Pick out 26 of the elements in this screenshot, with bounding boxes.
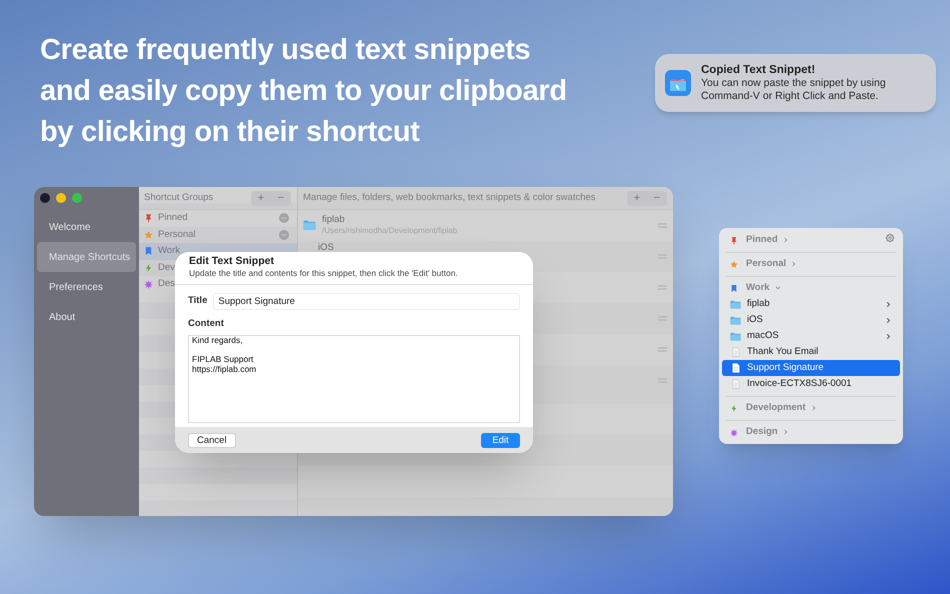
menu-item-label: macOS — [747, 328, 780, 343]
menu-item-label: Support Signature — [747, 360, 825, 375]
shortcut-title: fiplab — [322, 214, 346, 225]
group-label: Work — [746, 280, 770, 295]
group-label: Design — [746, 424, 778, 439]
menu-item-label: fiplab — [747, 296, 771, 311]
group-label: Pinned — [158, 211, 188, 226]
group-label: Des — [158, 277, 175, 292]
group-label: Work — [158, 244, 180, 258]
menu-item-label: iOS — [747, 312, 764, 327]
field-label: Title — [188, 294, 208, 308]
group-label: Personal — [746, 256, 786, 271]
panel-title: Shortcut Groups — [144, 190, 214, 205]
notification-message: You can now paste the snippet by using Command-V or Right Click and Paste. — [701, 77, 886, 103]
group-label: Pinned — [746, 232, 778, 247]
group-label: Dev — [158, 260, 175, 275]
menu-item-label: Invoice-ECTX8SJ6-0001 — [747, 376, 853, 391]
panel-title: Manage files, folders, web bookmarks, text snippets & color swatches — [303, 190, 596, 205]
shortcut-title: iOS — [318, 242, 335, 253]
dialog-subtitle: Update the title and contents for this snippet, then click the 'Edit' button. — [189, 268, 459, 279]
headline: Create frequently used text snippets and easily copy them to your clipboard by clicking on their shortcut — [40, 33, 567, 150]
group-label: Development — [746, 400, 806, 415]
group-label: Personal — [158, 228, 196, 242]
field-label: Content — [188, 317, 225, 331]
notification-title: Copied Text Snippet! — [701, 63, 816, 77]
menu-item-label: Thank You Email — [747, 344, 820, 359]
